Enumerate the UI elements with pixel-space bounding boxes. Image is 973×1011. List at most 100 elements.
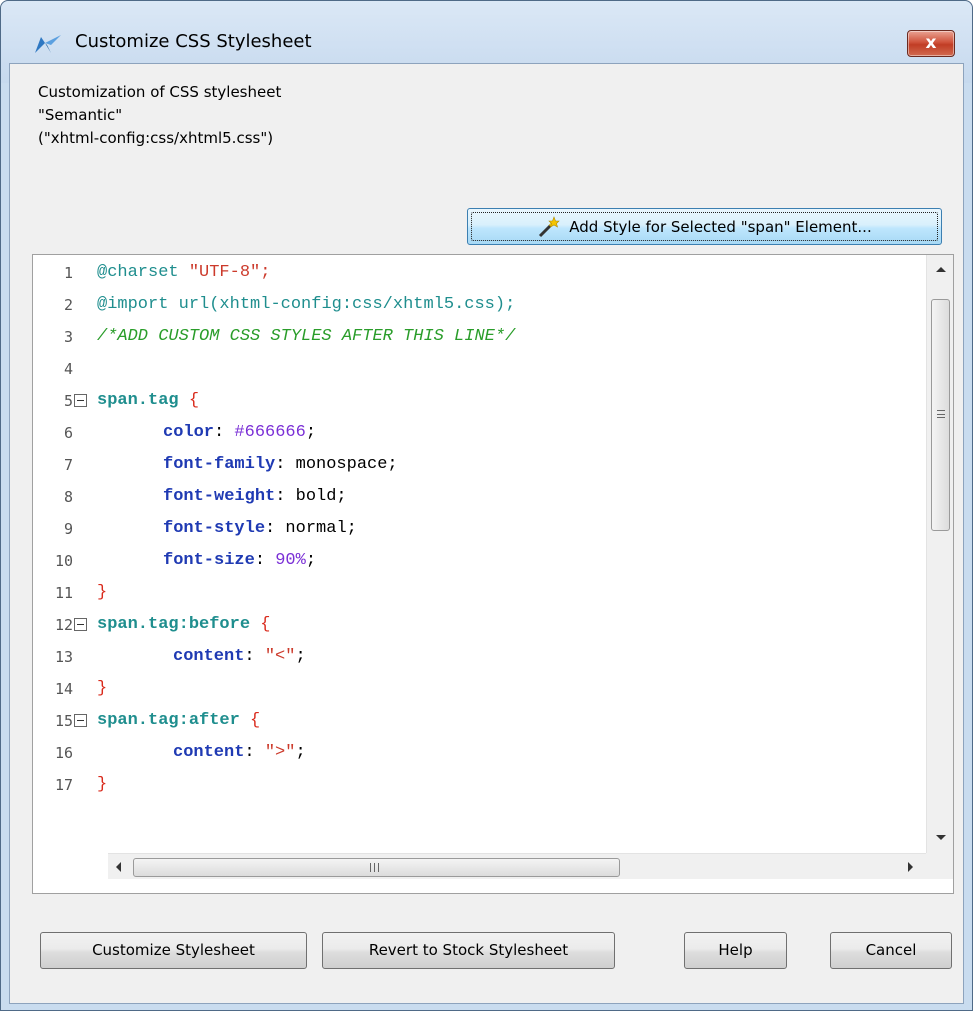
code-line: 13 content: "<"; (33, 641, 927, 673)
line-number: 10 (54, 552, 73, 570)
line-number: 12 (54, 616, 73, 634)
grip-icon (937, 410, 945, 418)
code-line: 16 content: ">"; (33, 737, 927, 769)
collapse-fold-icon[interactable] (74, 618, 87, 631)
code-token: : (214, 423, 235, 442)
code-token: : (254, 551, 276, 570)
code-token: : monospace; (275, 455, 398, 474)
add-style-label: Add Style for Selected "span" Element... (569, 217, 872, 236)
code-token: "UTF-8"; (178, 263, 271, 282)
customize-stylesheet-button[interactable]: Customize Stylesheet (40, 932, 307, 969)
code-token: span.tag:before (97, 615, 251, 634)
code-token: } (97, 679, 108, 698)
magic-wand-icon (539, 215, 560, 237)
code-token: @charset (97, 263, 179, 282)
code-token: content (173, 743, 245, 762)
line-number: 17 (54, 776, 73, 794)
code-token: : (244, 743, 265, 762)
code-token: font-style (163, 519, 266, 538)
code-token: color (163, 423, 215, 442)
scrollbar-gutter-spacer (33, 853, 108, 879)
window-title: Customize CSS Stylesheet (75, 31, 312, 52)
cancel-button[interactable]: Cancel (830, 932, 952, 969)
revert-stylesheet-button[interactable]: Revert to Stock Stylesheet (322, 932, 615, 969)
app-logo-icon (35, 35, 61, 53)
code-token: font-family (163, 455, 276, 474)
code-token: font-size (163, 551, 255, 570)
line-number: 7 (63, 456, 73, 474)
code-line: 5 span.tag { (33, 385, 927, 417)
code-token: content (173, 647, 245, 666)
code-token: ; (305, 551, 317, 570)
line-number: 6 (63, 424, 73, 442)
line-number: 2 (63, 296, 73, 314)
code-token: } (97, 583, 108, 602)
scroll-left-arrow-icon[interactable] (116, 862, 121, 872)
code-token: { (250, 615, 271, 634)
horizontal-scrollbar[interactable] (108, 853, 926, 879)
line-number: 14 (54, 680, 73, 698)
code-token: { (239, 711, 261, 730)
code-line: 8 font-weight: bold; (33, 481, 927, 513)
close-icon: x (925, 33, 937, 53)
scroll-down-arrow-icon[interactable] (936, 835, 946, 840)
vertical-scroll-thumb[interactable] (931, 299, 950, 531)
code-line: 6 color: #666666; (33, 417, 927, 449)
code-comment: /*ADD CUSTOM CSS STYLES AFTER THIS LINE*… (97, 327, 516, 346)
code-line: 12 span.tag:before { (33, 609, 927, 641)
line-number: 11 (54, 584, 73, 602)
code-token: font-weight (163, 487, 276, 506)
code-line: 11 } (33, 577, 927, 609)
line-number: 13 (54, 648, 73, 666)
code-token: { (178, 391, 200, 410)
description-line: Customization of CSS stylesheet (38, 83, 282, 101)
code-token: : (244, 647, 265, 666)
close-button[interactable]: x (907, 30, 955, 57)
line-number: 16 (54, 744, 73, 762)
stylesheet-path: ("xhtml-config:css/xhtml5.css") (38, 129, 274, 147)
code-line: 4 (33, 353, 927, 385)
line-number: 4 (63, 360, 73, 378)
code-token: (xhtml-config:css/xhtml5.css); (209, 295, 516, 314)
line-number: 15 (54, 712, 73, 730)
code-token: 90% (275, 551, 306, 570)
line-number: 1 (63, 264, 73, 282)
code-token: "<" (264, 647, 296, 666)
code-token: : normal; (265, 519, 357, 538)
code-line: 3 /*ADD CUSTOM CSS STYLES AFTER THIS LIN… (33, 321, 927, 353)
code-token: ; (305, 423, 317, 442)
dialog-body: Customization of CSS stylesheet "Semanti… (9, 63, 964, 1004)
css-code-editor[interactable]: 1 @charset "UTF-8"; 2 @import url(xhtml-… (32, 254, 954, 894)
stylesheet-description: Customization of CSS stylesheet "Semanti… (38, 81, 281, 150)
add-style-button[interactable]: Add Style for Selected "span" Element... (467, 208, 942, 245)
code-token: #666666 (234, 423, 306, 442)
code-line: 10 font-size: 90%; (33, 545, 927, 577)
code-token: : bold; (275, 487, 347, 506)
collapse-fold-icon[interactable] (74, 394, 87, 407)
grip-icon (370, 863, 379, 872)
code-token: span.tag:after (97, 711, 240, 730)
code-line: 7 font-family: monospace; (33, 449, 927, 481)
horizontal-scroll-thumb[interactable] (133, 858, 620, 877)
code-line: 9 font-style: normal; (33, 513, 927, 545)
code-line: 1 @charset "UTF-8"; (33, 257, 927, 289)
line-number: 3 (63, 328, 73, 346)
line-number: 8 (63, 488, 73, 506)
code-line: 2 @import url(xhtml-config:css/xhtml5.cs… (33, 289, 927, 321)
code-token: @import (97, 295, 169, 314)
line-number: 9 (63, 520, 73, 538)
scrollbar-corner (926, 853, 953, 879)
code-line: 14 } (33, 673, 927, 705)
stylesheet-name: "Semantic" (38, 106, 123, 124)
collapse-fold-icon[interactable] (74, 714, 87, 727)
help-button[interactable]: Help (684, 932, 787, 969)
code-token: ; (295, 647, 306, 666)
scroll-right-arrow-icon[interactable] (908, 862, 913, 872)
code-token: url (168, 295, 210, 314)
scroll-up-arrow-icon[interactable] (936, 267, 946, 272)
line-number: 5 (63, 392, 73, 410)
code-line: 17 } (33, 769, 927, 853)
code-line: 15 span.tag:after { (33, 705, 927, 737)
vertical-scrollbar[interactable] (926, 255, 953, 853)
code-token: span.tag (97, 391, 179, 410)
